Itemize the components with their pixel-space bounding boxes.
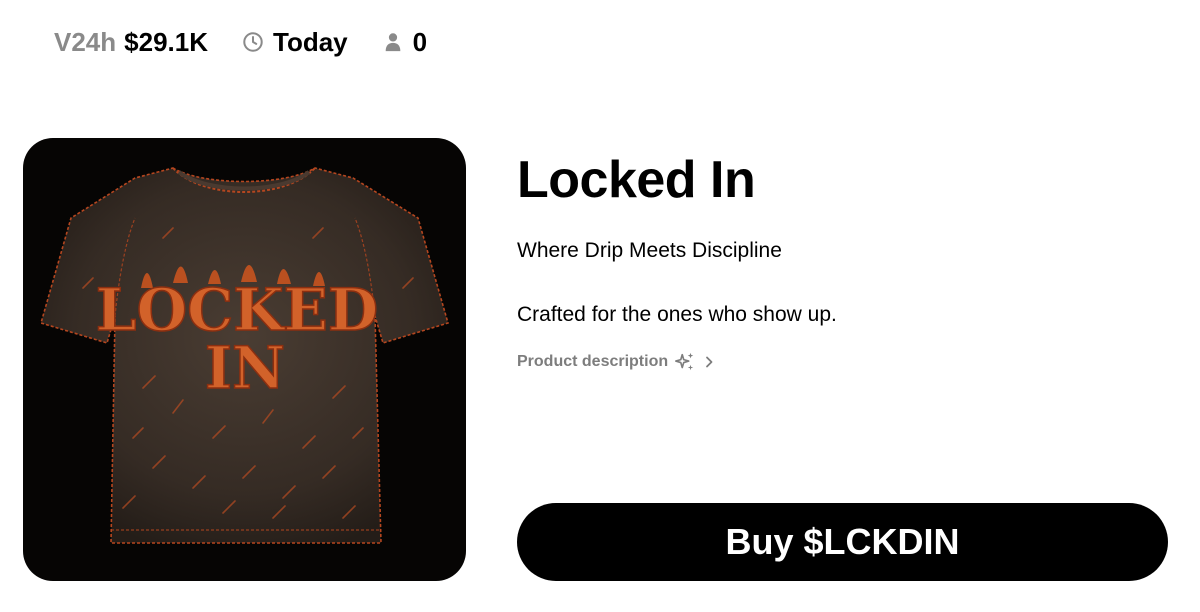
product-description: Crafted for the ones who show up. — [517, 303, 837, 326]
product-image: LOCKED IN — [23, 138, 466, 581]
holders-stat: 0 — [382, 27, 427, 58]
product-title: Locked In — [517, 151, 756, 209]
product-tagline: Where Drip Meets Discipline — [517, 239, 782, 262]
volume-value: $29.1K — [124, 26, 208, 57]
product-description-link[interactable]: Product description — [517, 350, 716, 374]
shirt-print-line-2: IN — [205, 334, 285, 402]
buy-button[interactable]: Buy $LCKDIN — [517, 503, 1168, 581]
holders-value: 0 — [412, 26, 428, 57]
tshirt-illustration: LOCKED IN — [40, 167, 449, 544]
clock-icon — [242, 31, 264, 53]
person-icon — [382, 31, 404, 53]
volume-label: V24h — [54, 26, 117, 57]
product-description-link-label: Product description — [517, 353, 669, 370]
time-stat: Today — [242, 27, 348, 58]
volume-stat: V24h $29.1K — [54, 27, 208, 58]
chevron-right-icon — [702, 355, 716, 369]
sparkle-icon — [674, 351, 696, 373]
stats-bar: V24h $29.1K Today 0 — [54, 24, 427, 60]
time-value: Today — [273, 26, 348, 57]
